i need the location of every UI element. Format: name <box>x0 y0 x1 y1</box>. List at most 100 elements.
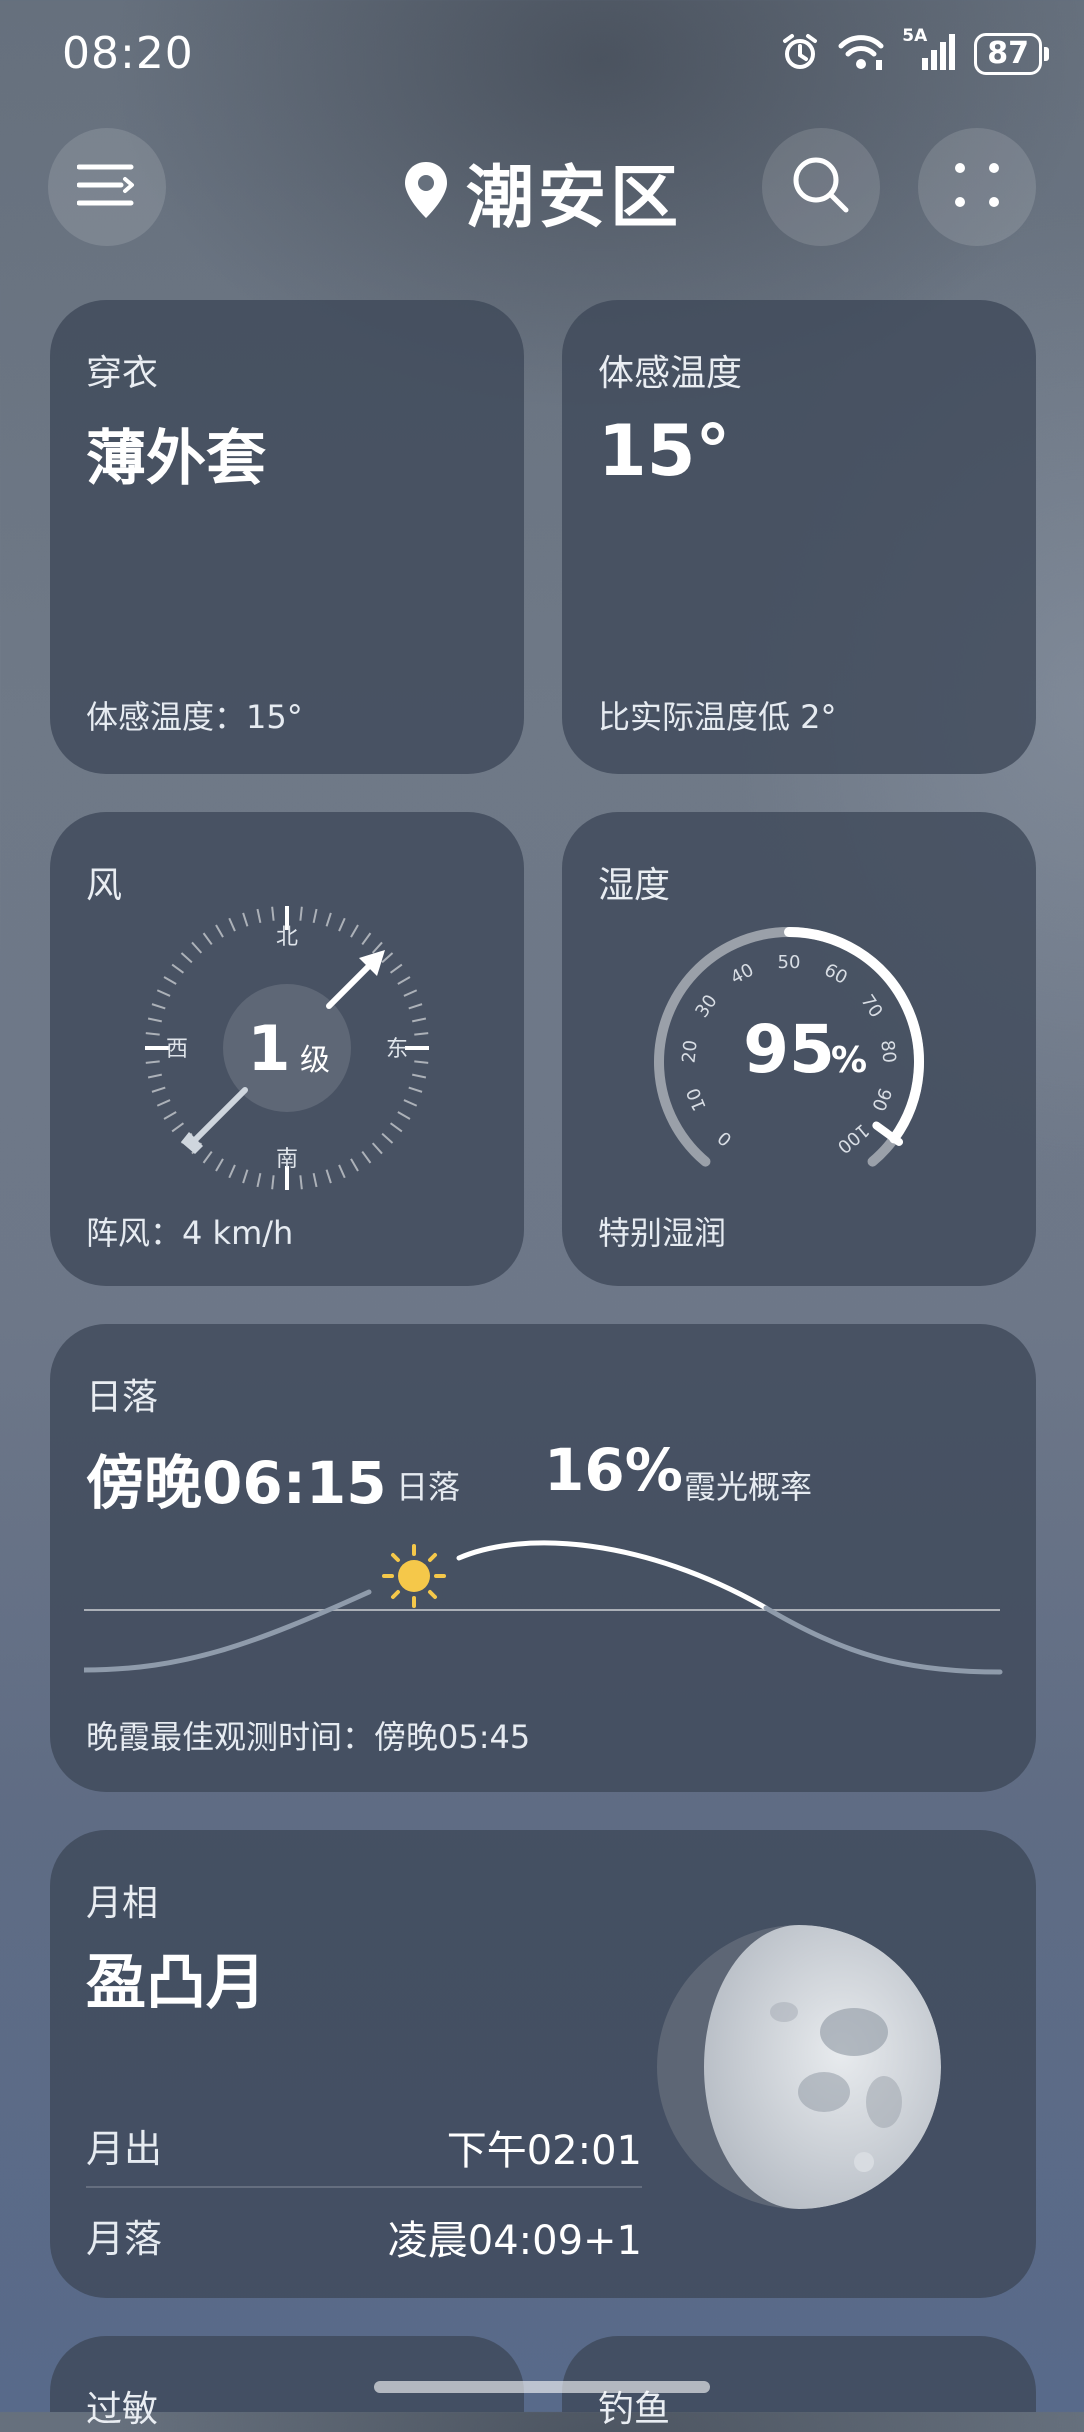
compass-tick <box>389 963 403 974</box>
moon-divider <box>86 2186 642 2188</box>
compass-tick <box>163 1111 177 1120</box>
compass-tick <box>256 908 262 924</box>
sun-icon <box>382 1544 446 1608</box>
compass-tick <box>215 1158 224 1172</box>
allergy-card[interactable]: 过敏 <box>50 2336 524 2430</box>
humidity-gauge: 010 20 3040 50 6070 80 90 100 95 % <box>654 927 924 1167</box>
compass-tick <box>414 1032 429 1036</box>
wind-arrow-tail <box>192 1087 248 1143</box>
compass-tick <box>215 924 224 938</box>
compass-tick <box>242 912 249 927</box>
sun-path-day <box>456 1540 769 1611</box>
compass-tick <box>156 989 171 997</box>
compass-tick <box>228 917 236 932</box>
moonset-label: 月落 <box>86 2217 163 2261</box>
compass-tick <box>411 1017 427 1023</box>
humidity-tick-label: 20 <box>678 1039 701 1064</box>
humidity-description: 特别湿润 <box>598 1214 727 1252</box>
feels-like-card[interactable]: 体感温度 15° 比实际温度低 2° <box>562 300 1036 774</box>
fishing-card[interactable]: 钓鱼 <box>562 2336 1036 2430</box>
compass-tick <box>191 941 203 954</box>
compass-tick <box>414 1060 429 1064</box>
sunset-probability-label: 霞光概率 <box>684 1468 813 1506</box>
moon-card[interactable]: 月相 盈凸月 月出 下午02:01 月落 凌晨04:09+1 <box>50 1830 1036 2298</box>
feels-like-title: 体感温度 <box>598 353 743 394</box>
compass-tick <box>171 1122 185 1133</box>
humidity-tick-label: 60 <box>821 959 851 988</box>
compass-tick <box>145 1060 160 1064</box>
compass-tick <box>397 1111 411 1120</box>
compass-tick <box>171 963 185 974</box>
network-type: 5A <box>902 26 928 46</box>
humidity-value: 95 <box>743 1011 835 1088</box>
feels-like-value: 15° <box>598 410 731 492</box>
humidity-title: 湿度 <box>598 865 671 906</box>
moonset-value: 凌晨04:09+1 <box>387 2218 642 2264</box>
compass-tick <box>202 1150 213 1164</box>
status-icons: 5A 87 <box>780 26 1049 76</box>
compass-tick <box>156 1099 171 1107</box>
moon-phase-image <box>657 1925 941 2209</box>
humidity-card[interactable]: 湿度 0 10 20 30 40 50 60 70 80 90 100 95 % 特别湿润 <box>562 812 1036 1286</box>
compass-tick <box>312 908 318 924</box>
more-button[interactable] <box>918 128 1036 246</box>
compass-tick <box>403 1099 418 1107</box>
compass-tick <box>228 1164 236 1179</box>
wind-gust: 阵风：4 km/h <box>86 1214 294 1252</box>
status-time: 08:20 <box>62 28 194 79</box>
compass-tick <box>271 1175 275 1190</box>
sunset-time: 傍晚06:15 <box>86 1449 387 1517</box>
signal-icon: 5A <box>902 26 956 76</box>
compass-tick <box>256 1172 262 1188</box>
humidity-tick-label: 40 <box>727 959 757 988</box>
compass-tick <box>151 1086 166 1093</box>
wind-level-number: 1 <box>247 1012 290 1085</box>
compass-tick <box>147 1073 163 1079</box>
compass-tick <box>371 941 383 954</box>
compass-tick <box>381 952 394 964</box>
search-icon <box>791 155 851 219</box>
compass-tick <box>147 1017 163 1023</box>
sunset-card[interactable]: 日落 傍晚06:15 日落 16% 霞光概率 晚霞最佳观测时间：傍晚05:45 <box>50 1324 1036 1792</box>
humidity-tick-label: 10 <box>683 1085 711 1114</box>
compass-tick <box>411 1073 427 1079</box>
humidity-tick-label: 100 <box>833 1119 873 1157</box>
humidity-unit: % <box>831 1040 867 1081</box>
compass-tick <box>403 989 418 997</box>
compass-tick <box>145 1032 160 1036</box>
moon-title: 月相 <box>86 1883 159 1924</box>
compass-tick <box>338 917 346 932</box>
compass-tick <box>151 1003 166 1010</box>
compass-tick <box>381 1132 394 1144</box>
search-button[interactable] <box>762 128 880 246</box>
status-bar: 08:20 5A 87 <box>0 0 1084 110</box>
wind-card[interactable]: 风 北 南 西 东 1 级 阵风：4 km/h <box>50 812 524 1286</box>
compass-tick <box>338 1164 346 1179</box>
more-dots-icon <box>952 160 1002 214</box>
location-name: 潮安区 <box>465 159 682 238</box>
humidity-tick-label: 0 <box>714 1126 736 1149</box>
humidity-tick-label: 90 <box>867 1085 895 1114</box>
moon-phase: 盈凸月 <box>86 1948 266 2018</box>
feels-like-detail: 比实际温度低 2° <box>598 698 837 736</box>
compass-south: 南 <box>276 1147 298 1172</box>
clothing-card[interactable]: 穿衣 薄外套 体感温度：15° <box>50 300 524 774</box>
humidity-tick-label: 50 <box>778 952 801 973</box>
wind-level-unit: 级 <box>300 1043 330 1078</box>
sun-path-chart <box>84 1540 1003 1675</box>
compass-tick <box>271 906 275 921</box>
sun-path-past <box>84 1589 372 1673</box>
home-indicator[interactable] <box>374 2381 710 2393</box>
humidity-tick-label: 70 <box>856 991 886 1022</box>
wind-title: 风 <box>86 865 123 906</box>
sunset-probability: 16% <box>544 1436 683 1504</box>
compass-tick <box>408 1003 423 1010</box>
compass-tick <box>350 924 359 938</box>
compass-tick <box>361 932 372 946</box>
alarm-icon <box>780 32 820 76</box>
moonrise-value: 下午02:01 <box>446 2128 642 2174</box>
humidity-tick-label: 80 <box>876 1039 899 1064</box>
battery-indicator: 87 <box>974 33 1049 75</box>
compass-west: 西 <box>166 1037 188 1062</box>
location-pin-icon <box>402 160 450 224</box>
